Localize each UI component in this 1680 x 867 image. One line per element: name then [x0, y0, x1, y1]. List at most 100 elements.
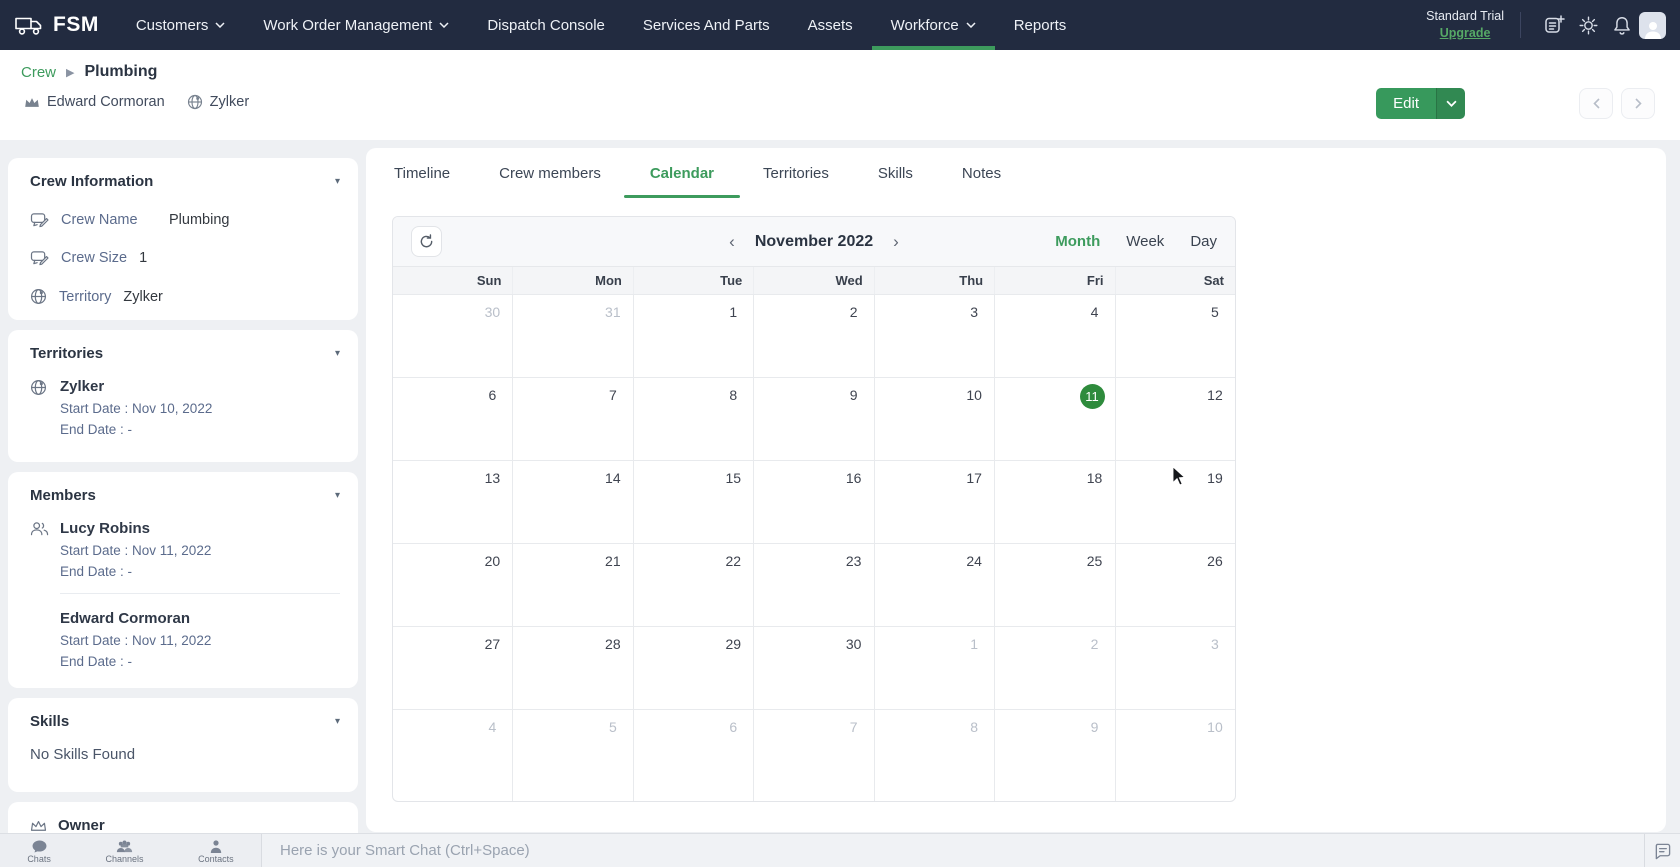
calendar-day-cell[interactable]: 9 — [995, 710, 1115, 801]
collapse-caret-icon[interactable]: ▾ — [335, 348, 340, 359]
nav-item-reports[interactable]: Reports — [995, 0, 1086, 50]
calendar-day-cell[interactable]: 2 — [754, 295, 874, 377]
nav-item-workforce[interactable]: Workforce — [872, 0, 995, 50]
calendar-day-cell[interactable]: 1 — [634, 295, 754, 377]
calendar-day-cell[interactable]: 9 — [754, 378, 874, 460]
calendar-day-cell[interactable]: 3 — [1116, 627, 1235, 709]
calendar-day-cell[interactable]: 31 — [513, 295, 633, 377]
smart-chat-icon[interactable] — [1653, 842, 1672, 860]
edit-dropdown-button[interactable] — [1436, 88, 1465, 119]
calendar-day-cell[interactable]: 5 — [1116, 295, 1235, 377]
calendar-day-cell[interactable]: 30 — [393, 295, 513, 377]
calendar-day-cell[interactable]: 16 — [754, 461, 874, 543]
next-month-button[interactable]: › — [889, 230, 903, 254]
calendar-day-cell[interactable]: 18 — [995, 461, 1115, 543]
refresh-button[interactable] — [411, 226, 442, 257]
calendar-day-cell[interactable]: 12 — [1116, 378, 1235, 460]
calendar-day-cell[interactable]: 26 — [1116, 544, 1235, 626]
member-start-date: Start Date : Nov 11, 2022 — [60, 543, 211, 558]
calendar-day-cell[interactable]: 15 — [634, 461, 754, 543]
calendar-day-cell[interactable]: 6 — [634, 710, 754, 801]
calendar-day-number: 10 — [964, 384, 984, 406]
calendar-day-cell[interactable]: 13 — [393, 461, 513, 543]
collapse-caret-icon[interactable]: ▾ — [335, 176, 340, 187]
calendar-day-cell[interactable]: 21 — [513, 544, 633, 626]
calendar-day-cell[interactable]: 20 — [393, 544, 513, 626]
tab-skills[interactable]: Skills — [878, 148, 913, 198]
add-note-button[interactable] — [1537, 8, 1571, 42]
tab-territories[interactable]: Territories — [763, 148, 829, 198]
owner-title: Owner — [58, 817, 105, 833]
calendar-day-cell[interactable]: 22 — [634, 544, 754, 626]
nav-item-assets[interactable]: Assets — [789, 0, 872, 50]
smart-chat-input[interactable] — [280, 842, 1508, 859]
calendar-day-cell[interactable]: 25 — [995, 544, 1115, 626]
view-day-button[interactable]: Day — [1190, 233, 1217, 250]
nav-item-dispatch-console[interactable]: Dispatch Console — [468, 0, 624, 50]
view-month-button[interactable]: Month — [1055, 233, 1100, 250]
tab-timeline[interactable]: Timeline — [394, 148, 450, 198]
calendar-day-number: 22 — [723, 550, 743, 572]
calendar-day-cell[interactable]: 10 — [875, 378, 995, 460]
calendar-day-cell[interactable]: 30 — [754, 627, 874, 709]
view-week-button[interactable]: Week — [1126, 233, 1164, 250]
next-record-button[interactable] — [1621, 88, 1655, 119]
chats-button[interactable]: Chats — [27, 838, 51, 864]
calendar-day-cell[interactable]: 10 — [1116, 710, 1235, 801]
calendar-day-cell[interactable]: 5 — [513, 710, 633, 801]
tab-crew-members[interactable]: Crew members — [499, 148, 601, 198]
nav-item-customers[interactable]: Customers — [117, 0, 245, 50]
chats-label: Chats — [27, 854, 51, 864]
calendar-day-cell[interactable]: 14 — [513, 461, 633, 543]
collapse-caret-icon[interactable]: ▾ — [335, 490, 340, 501]
contacts-button[interactable]: Contacts — [198, 838, 234, 864]
settings-button[interactable] — [1571, 8, 1605, 42]
record-meta-row: Edward Cormoran Zylker — [24, 94, 263, 110]
day-name: Thu — [875, 267, 995, 294]
record-owner-name: Edward Cormoran — [47, 94, 165, 110]
calendar-day-cell[interactable]: 6 — [393, 378, 513, 460]
members-icon — [30, 521, 49, 536]
calendar-day-cell[interactable]: 24 — [875, 544, 995, 626]
breadcrumb-crew-link[interactable]: Crew — [21, 64, 56, 81]
breadcrumb-separator-icon: ▶ — [66, 66, 74, 79]
calendar-day-cell[interactable]: 11 — [995, 378, 1115, 460]
tab-notes[interactable]: Notes — [962, 148, 1001, 198]
calendar-day-cell[interactable]: 7 — [754, 710, 874, 801]
edit-button[interactable]: Edit — [1376, 88, 1436, 119]
calendar-day-cell[interactable]: 29 — [634, 627, 754, 709]
crown-icon — [24, 96, 40, 109]
calendar-day-cell[interactable]: 27 — [393, 627, 513, 709]
calendar-day-cell[interactable]: 17 — [875, 461, 995, 543]
nav-item-work-order-management[interactable]: Work Order Management — [244, 0, 468, 50]
previous-month-button[interactable]: ‹ — [725, 230, 739, 254]
user-avatar[interactable] — [1639, 12, 1666, 39]
top-navigation-bar: FSM Customers Work Order Management Disp… — [0, 0, 1680, 50]
app-logo[interactable]: FSM — [0, 0, 117, 50]
calendar-day-cell[interactable]: 4 — [393, 710, 513, 801]
tab-calendar[interactable]: Calendar — [650, 148, 714, 198]
contacts-label: Contacts — [198, 854, 234, 864]
crew-information-card: Crew Information ▾ Crew Name Plumbing Cr… — [8, 158, 358, 320]
nav-item-services-and-parts[interactable]: Services And Parts — [624, 0, 789, 50]
calendar-day-cell[interactable]: 1 — [875, 627, 995, 709]
collapse-caret-icon[interactable]: ▾ — [335, 716, 340, 727]
calendar-day-cell[interactable]: 2 — [995, 627, 1115, 709]
calendar-day-number: 23 — [844, 550, 864, 572]
notifications-button[interactable] — [1605, 8, 1639, 42]
calendar-day-cell[interactable]: 8 — [875, 710, 995, 801]
calendar-day-cell[interactable]: 4 — [995, 295, 1115, 377]
members-title: Members — [30, 487, 96, 504]
calendar-day-cell[interactable]: 3 — [875, 295, 995, 377]
upgrade-link[interactable]: Upgrade — [1426, 25, 1504, 42]
previous-record-button[interactable] — [1579, 88, 1613, 119]
calendar-day-number: 1 — [723, 301, 743, 323]
calendar-day-cell[interactable]: 28 — [513, 627, 633, 709]
channels-label: Channels — [105, 854, 143, 864]
territory-end-date: End Date : - — [60, 422, 212, 437]
calendar-day-cell[interactable]: 23 — [754, 544, 874, 626]
channels-button[interactable]: Channels — [105, 838, 143, 864]
calendar-day-cell[interactable]: 8 — [634, 378, 754, 460]
territory-field: Territory Zylker — [30, 288, 340, 305]
calendar-day-cell[interactable]: 7 — [513, 378, 633, 460]
